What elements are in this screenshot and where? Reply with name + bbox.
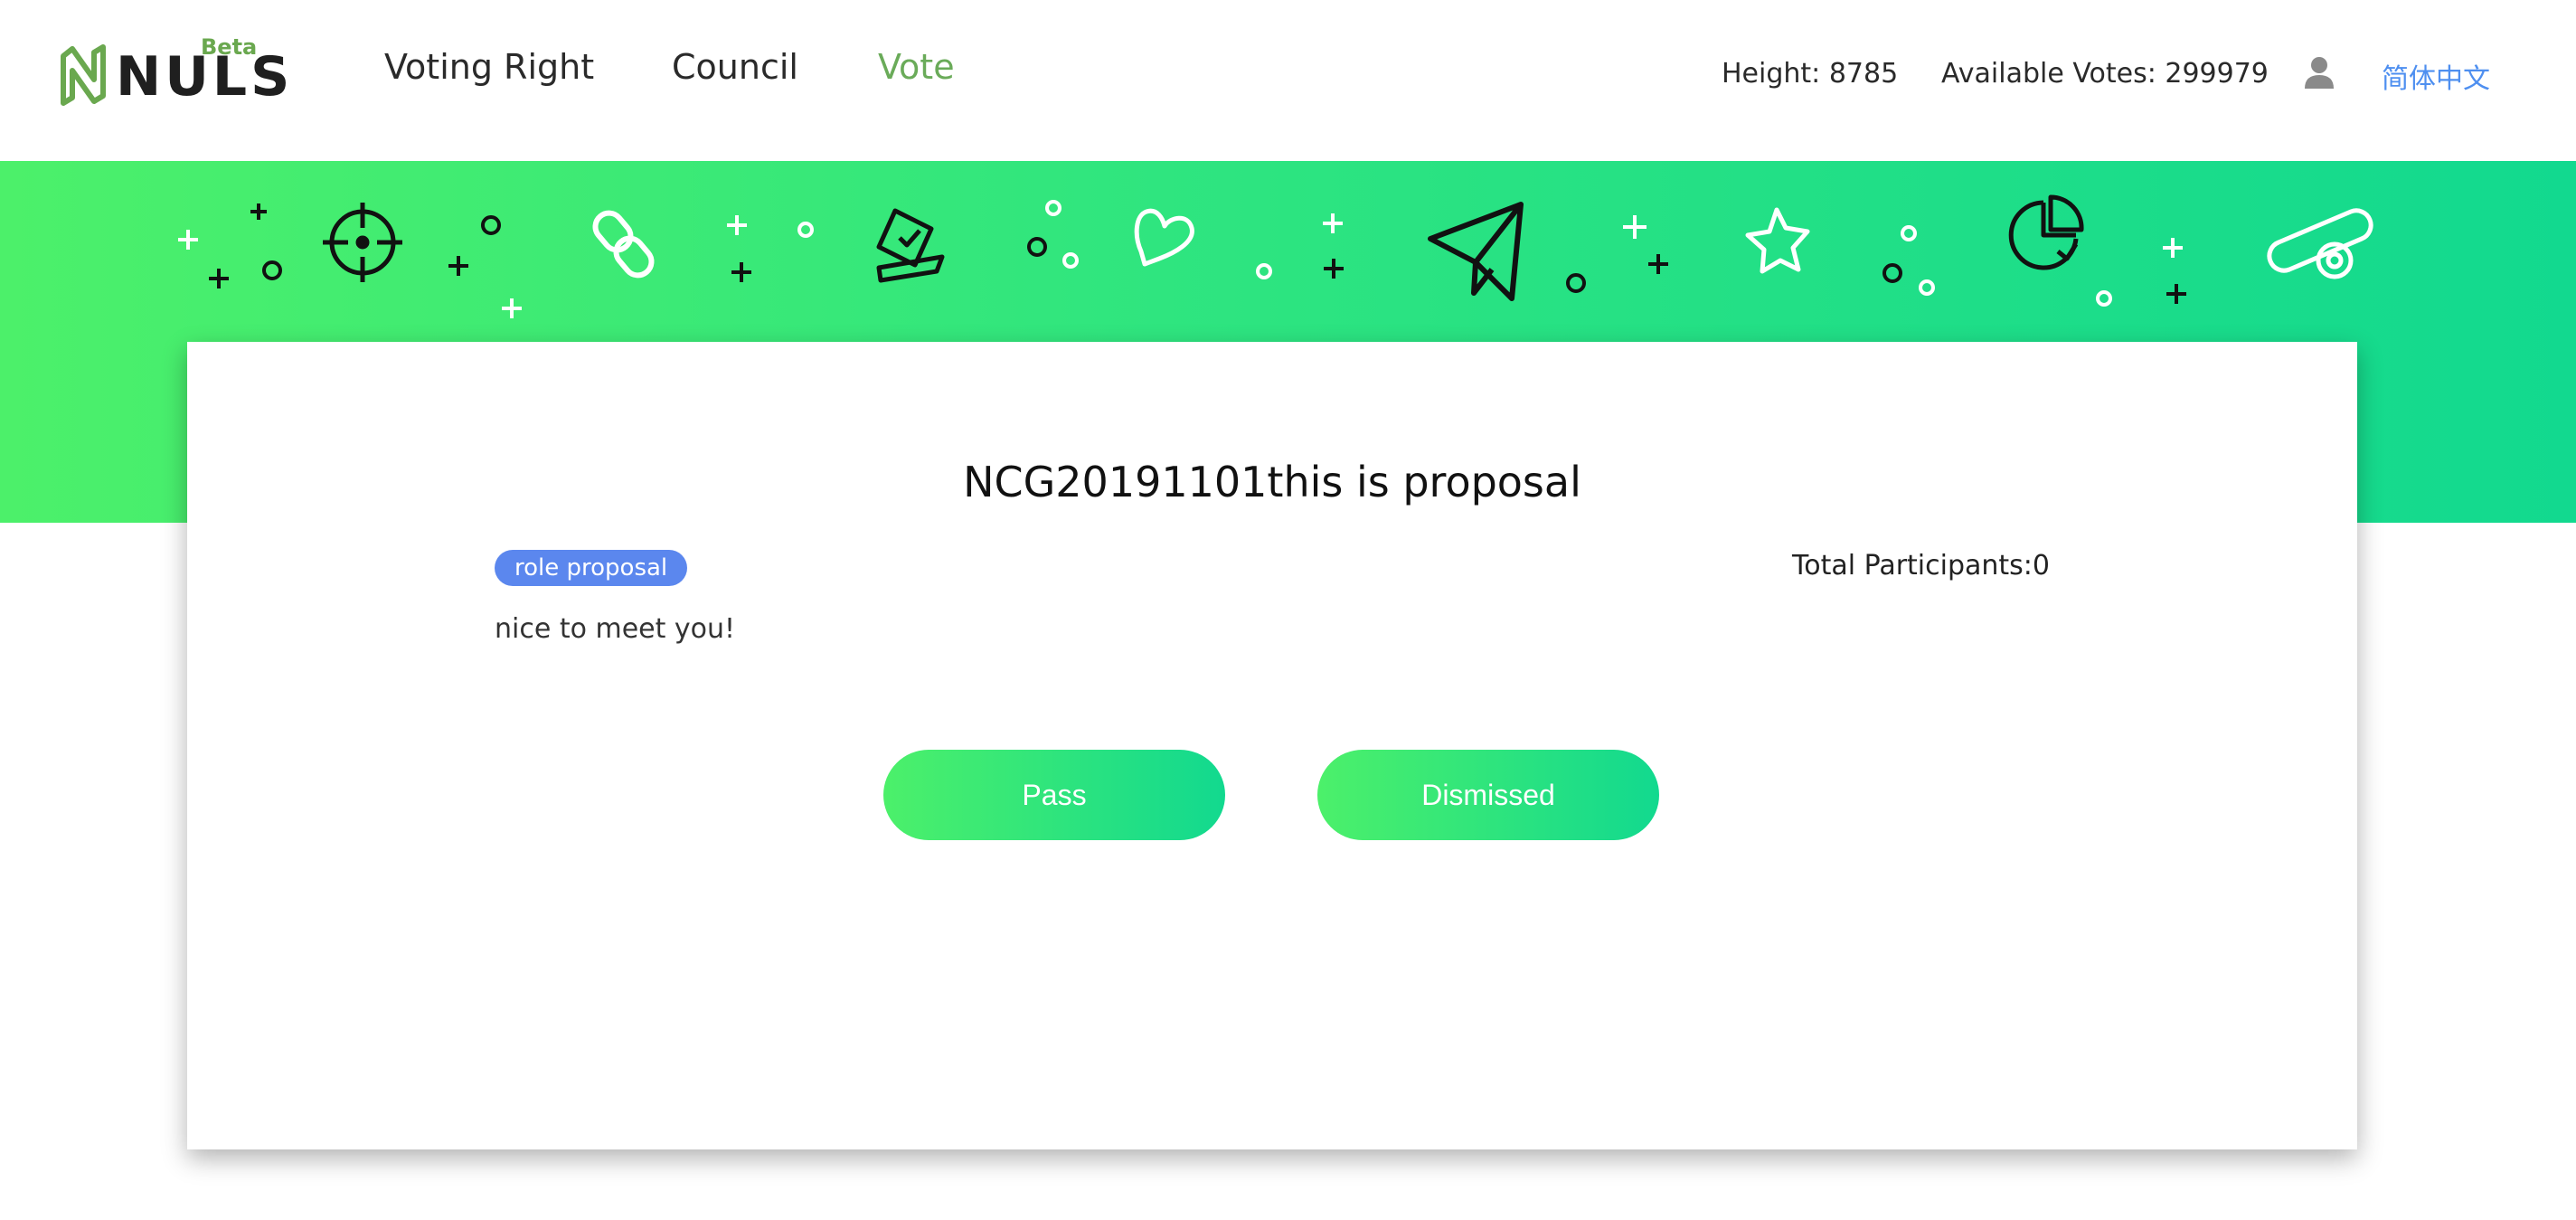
ballot-box-icon — [876, 208, 945, 283]
top-header: Beta NULS Voting Right Council Vote Heig… — [0, 0, 2576, 161]
pass-button[interactable]: Pass — [883, 750, 1225, 840]
paper-plane-icon — [1428, 202, 1524, 301]
logo-text: NULS — [116, 45, 294, 109]
total-participants: Total Participants:0 — [1791, 550, 2050, 582]
nuls-logo-mark-icon — [61, 44, 106, 106]
crosshair-icon — [323, 203, 402, 282]
user-icon[interactable] — [2302, 54, 2336, 90]
dismissed-button[interactable]: Dismissed — [1317, 750, 1659, 840]
decorative-plus-dark-icon — [209, 203, 2186, 304]
decorative-circle-dark-icon — [262, 215, 1902, 293]
pie-chart-icon — [2008, 194, 2084, 270]
coin-roll-icon — [2267, 208, 2373, 279]
link-icon — [592, 210, 655, 279]
nav-vote[interactable]: Vote — [878, 47, 955, 101]
nav-voting-right[interactable]: Voting Right — [384, 47, 594, 101]
star-icon — [1745, 207, 1810, 274]
heart-icon — [1134, 208, 1194, 267]
proposal-description: nice to meet you! — [495, 613, 736, 645]
decorative-plus-icon — [178, 213, 2183, 318]
language-switch[interactable]: 简体中文 — [2382, 56, 2490, 96]
proposal-card: NCG20191101this is proposal role proposa… — [187, 342, 2357, 1149]
block-height: Height: 8785 — [1722, 58, 1899, 90]
nuls-logo[interactable]: Beta NULS — [56, 33, 289, 114]
available-votes: Available Votes: 299979 — [1941, 58, 2269, 90]
proposal-type-badge: role proposal — [495, 550, 688, 586]
proposal-title: NCG20191101this is proposal — [963, 458, 1581, 506]
nav-council[interactable]: Council — [672, 47, 798, 101]
